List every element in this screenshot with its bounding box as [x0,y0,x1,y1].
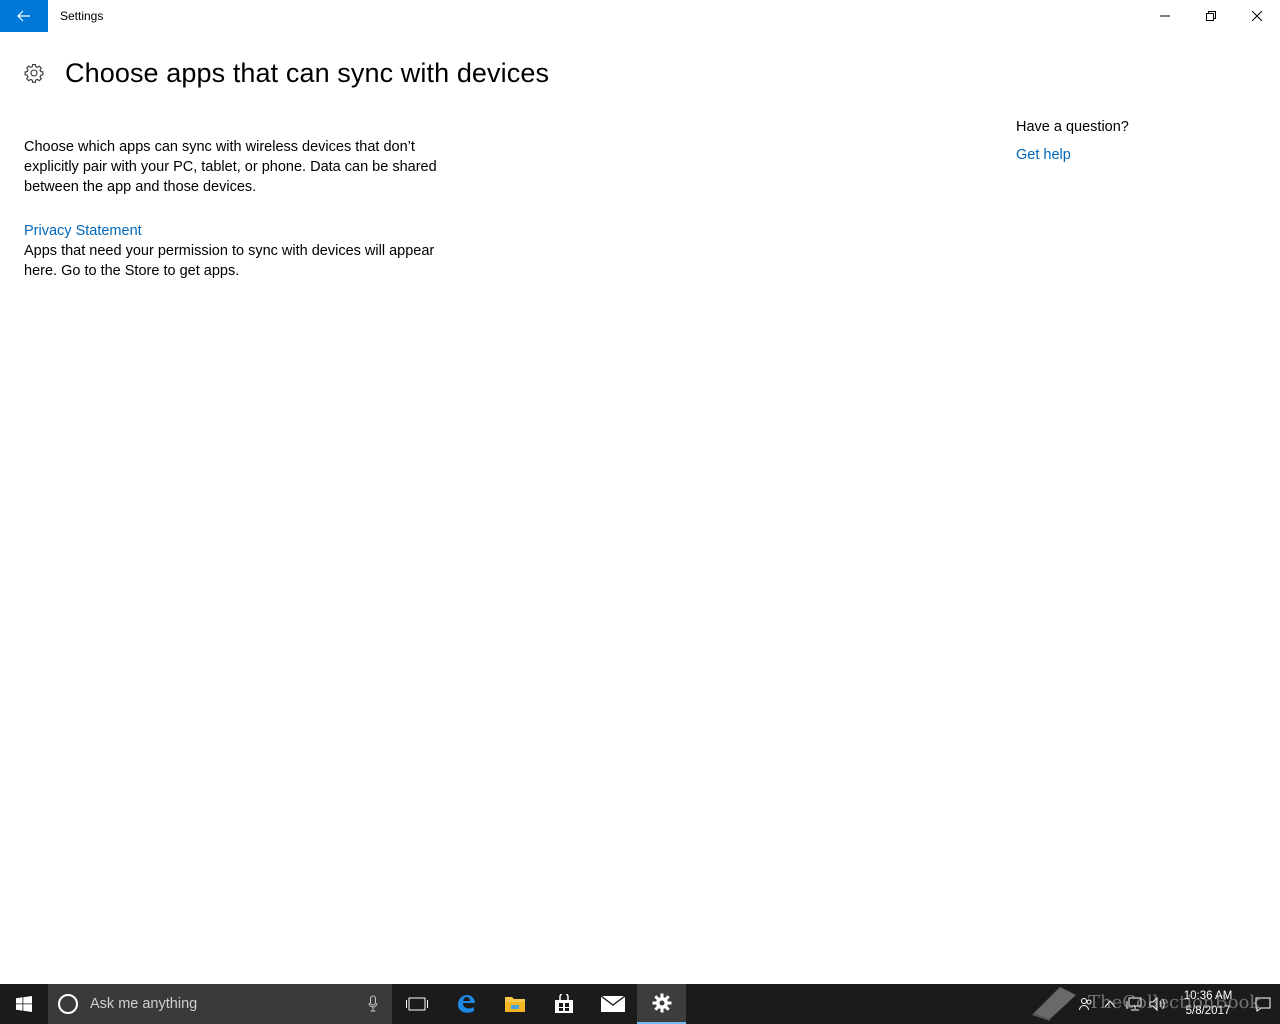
page-header: Choose apps that can sync with devices [24,56,549,90]
mail-icon[interactable] [588,984,637,1024]
back-button[interactable] [0,0,48,32]
title-bar: Settings [0,0,1280,32]
close-icon [1252,11,1262,21]
microphone-icon[interactable] [368,995,378,1013]
main-content: Choose which apps can sync with wireless… [24,137,464,281]
clock-date: 5/8/2017 [1185,1005,1231,1017]
gear-icon [24,63,44,83]
clock-time: 10:36 AM [1183,990,1233,1002]
chevron-up-icon[interactable] [1098,984,1122,1024]
window-title: Settings [60,9,104,23]
restore-icon [1206,11,1216,21]
edge-icon[interactable] [441,984,490,1024]
search-box[interactable]: Ask me anything [48,984,392,1024]
file-explorer-icon[interactable] [490,984,539,1024]
windows-logo-icon [16,996,32,1012]
system-tray: 10:36 AM 5/8/2017 [1074,984,1280,1024]
volume-icon[interactable] [1146,984,1170,1024]
action-center-icon[interactable] [1246,984,1280,1024]
search-placeholder: Ask me anything [90,996,198,1012]
minimize-button[interactable] [1142,0,1188,32]
settings-icon[interactable] [637,984,686,1024]
task-view-icon[interactable] [392,984,441,1024]
store-icon[interactable] [539,984,588,1024]
restore-button[interactable] [1188,0,1234,32]
clock[interactable]: 10:36 AM 5/8/2017 [1170,989,1246,1019]
network-icon[interactable] [1122,984,1146,1024]
description-text: Choose which apps can sync with wireless… [24,139,437,195]
people-icon[interactable] [1074,984,1098,1024]
taskbar: Ask me anything 10:36 AM 5/8/2017 [0,984,1280,1024]
privacy-statement-link[interactable]: Privacy Statement [24,221,142,241]
start-button[interactable] [0,984,48,1024]
arrow-left-icon [17,10,30,22]
help-panel: Have a question? Get help [1016,117,1256,165]
apps-note-text: Apps that need your permission to sync w… [24,243,435,279]
help-question: Have a question? [1016,119,1129,135]
close-button[interactable] [1234,0,1280,32]
minimize-icon [1160,15,1170,17]
page-title: Choose apps that can sync with devices [65,57,550,88]
get-help-link[interactable]: Get help [1016,145,1071,165]
window-controls [1142,0,1280,32]
cortana-icon [58,994,78,1014]
